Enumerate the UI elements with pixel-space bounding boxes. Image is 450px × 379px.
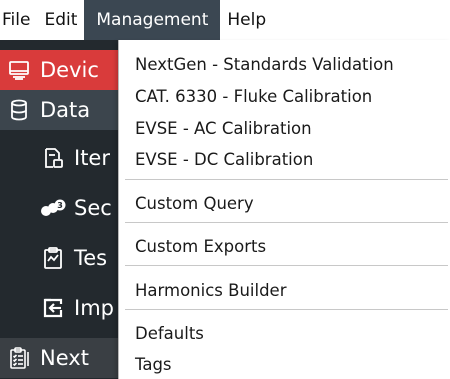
menu-item-custom-exports[interactable]: Custom Exports: [119, 231, 450, 261]
numbers-icon: 3: [40, 195, 66, 221]
sidebar-item-label: Imp: [74, 296, 114, 320]
sidebar-item-label: Tes: [74, 246, 108, 270]
sidebar-item-nextgen[interactable]: Next: [0, 338, 130, 378]
sidebar-item-label: Iter: [74, 146, 110, 170]
menu-separator: [125, 222, 448, 223]
management-dropdown-menu: NextGen - Standards Validation CAT. 6330…: [118, 40, 450, 379]
sidebar-item-items[interactable]: Iter: [0, 138, 130, 178]
menu-item-nextgen-standards-validation[interactable]: NextGen - Standards Validation: [119, 49, 450, 79]
sidebar-item-sequences[interactable]: 3 Sec: [0, 188, 130, 228]
sidebar-item-data[interactable]: Data: [0, 90, 130, 130]
sidebar-item-label: Data: [40, 98, 91, 122]
menu-item-custom-query[interactable]: Custom Query: [119, 188, 450, 218]
sidebar-item-label: Sec: [74, 196, 112, 220]
import-icon: [40, 295, 66, 321]
menu-item-defaults[interactable]: Defaults: [119, 318, 450, 348]
menu-item-harmonics-builder[interactable]: Harmonics Builder: [119, 275, 450, 305]
menu-separator: [125, 265, 448, 266]
menu-separator: [125, 309, 448, 310]
sidebar-item-label: Devic: [40, 58, 99, 82]
database-icon: [6, 97, 32, 123]
menu-item-evse-ac-calibration[interactable]: EVSE - AC Calibration: [119, 113, 450, 143]
menu-item-evse-dc-calibration[interactable]: EVSE - DC Calibration: [119, 144, 450, 174]
svg-text:3: 3: [57, 201, 63, 210]
sidebar-item-devices[interactable]: Devic: [0, 50, 130, 90]
monitor-icon: [6, 57, 32, 83]
sidebar: Devic Data Iter 3 Sec Tes Imp Next: [0, 40, 130, 379]
menu-help[interactable]: Help: [220, 0, 273, 40]
menu-item-tags[interactable]: Tags: [119, 349, 450, 379]
sidebar-item-label: Next: [40, 346, 89, 370]
file-list-icon: [40, 145, 66, 171]
checklist-icon: [6, 345, 32, 371]
menu-management[interactable]: Management: [84, 0, 221, 40]
sidebar-item-import[interactable]: Imp: [0, 288, 130, 328]
menu-bar: File Edit Management Help: [0, 0, 450, 40]
clipboard-icon: [40, 245, 66, 271]
sidebar-item-tests[interactable]: Tes: [0, 238, 130, 278]
menu-file[interactable]: File: [0, 0, 37, 40]
menu-separator: [125, 179, 448, 180]
menu-item-cat-6330-fluke-calibration[interactable]: CAT. 6330 - Fluke Calibration: [119, 81, 450, 111]
menu-edit[interactable]: Edit: [37, 0, 84, 40]
